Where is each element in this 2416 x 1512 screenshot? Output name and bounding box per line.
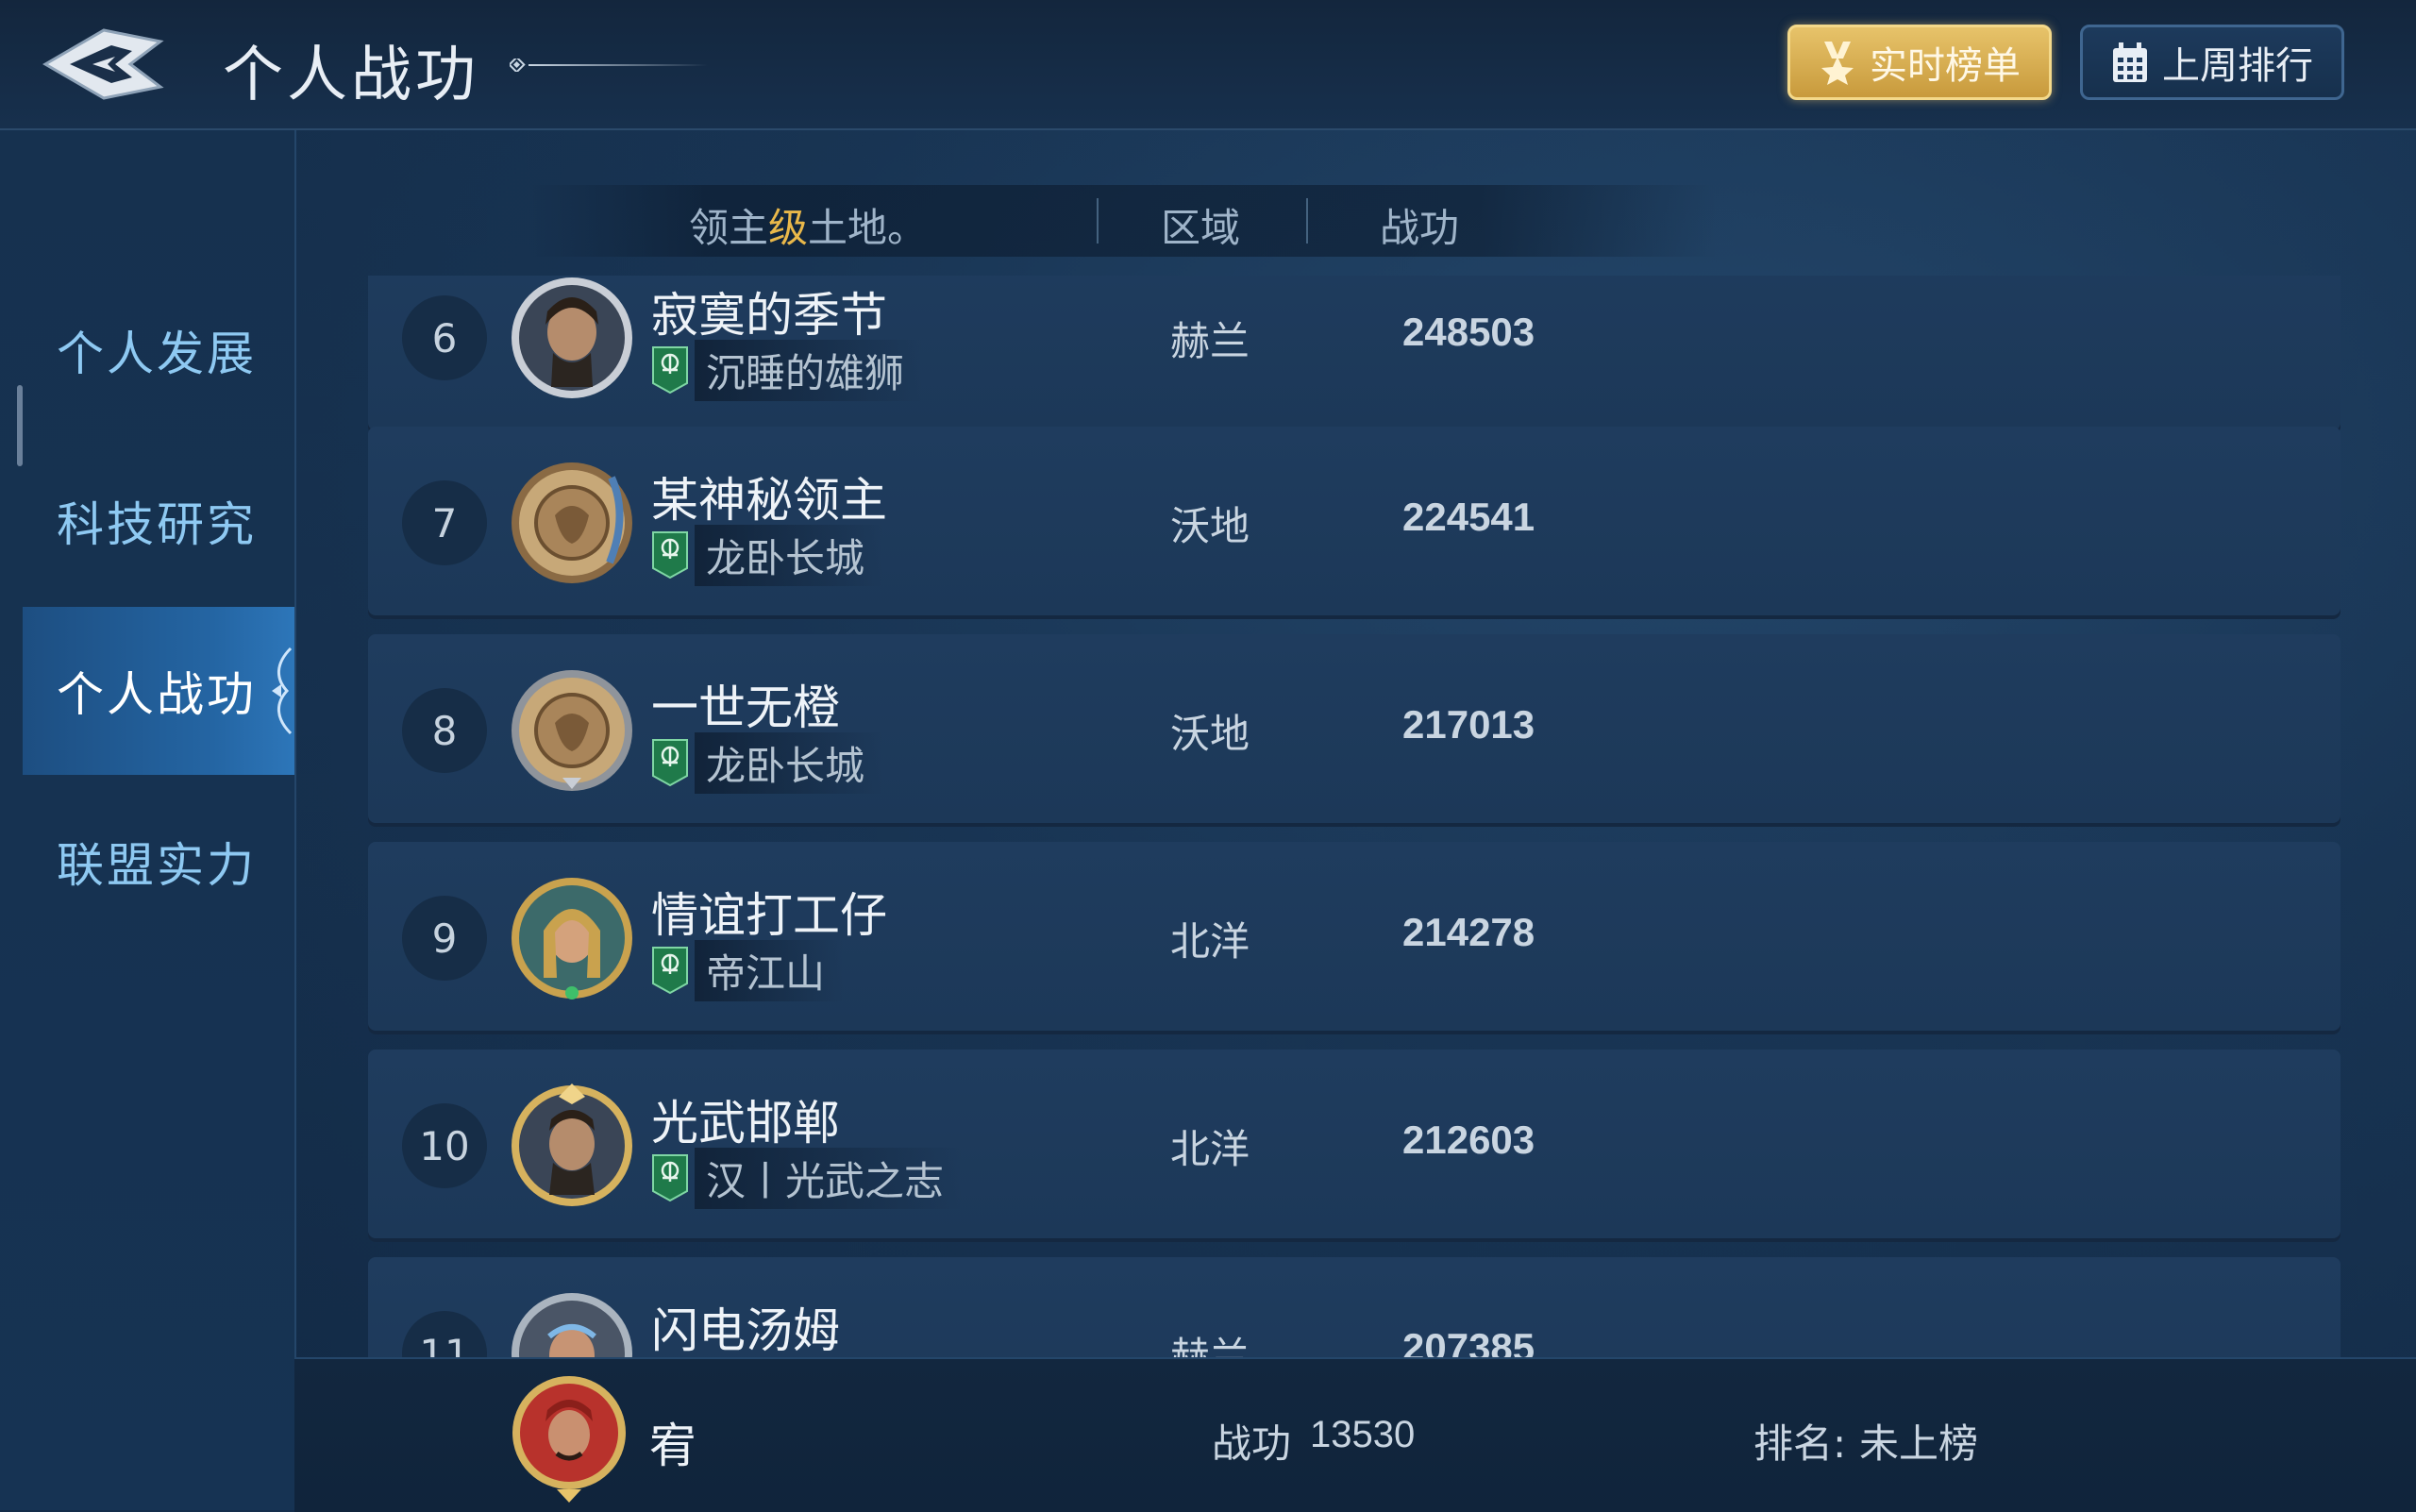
player-avatar — [512, 878, 632, 1000]
my-power-value: 13530 — [1310, 1414, 1416, 1455]
player-avatar — [512, 670, 632, 791]
guild-badge-icon — [652, 1154, 688, 1202]
title-ornament-icon — [510, 59, 708, 72]
rank-number: 7 — [402, 480, 487, 565]
merit-score: 214278 — [1402, 910, 1535, 954]
ranking-list[interactable]: 6 寂寞的季节 沉睡的雄狮 赫兰 248503 7 某神秘领主 龙卧长城 沃地 … — [294, 276, 2416, 1357]
table-row[interactable]: 8 一世无橙 龙卧长城 沃地 217013 — [368, 634, 2340, 827]
guild-name: 汉丨光武之志 — [695, 1147, 964, 1209]
guild-tag: 帝江山 — [651, 939, 845, 1001]
column-name-text: 领主 — [689, 205, 769, 251]
column-name-highlight: 级 — [768, 205, 809, 251]
table-row[interactable]: 6 寂寞的季节 沉睡的雄狮 赫兰 248503 — [368, 276, 2340, 434]
table-row[interactable]: 7 某神秘领主 龙卧长城 沃地 224541 — [368, 427, 2340, 619]
guild-tag: 沉睡的雄狮 — [651, 339, 924, 401]
column-name-header: 领主级土地。 — [689, 196, 927, 254]
player-name: 某神秘领主 — [651, 473, 887, 528]
column-name-text-tail: 土地。 — [808, 205, 928, 251]
rank-number: 6 — [402, 295, 487, 380]
table-row[interactable]: 11 闪电汤姆 赫兰 207385 — [368, 1257, 2340, 1357]
merit-score: 248503 — [1402, 310, 1535, 354]
table-row[interactable]: 9 情谊打工仔 帝江山 北洋 214278 — [368, 842, 2340, 1034]
my-player-name: 宥 — [649, 1419, 696, 1473]
player-avatar — [512, 1084, 632, 1206]
my-avatar[interactable] — [508, 1372, 630, 1504]
last-week-ranking-label: 上周排行 — [2162, 44, 2313, 88]
guild-tag: 汉丨光武之志 — [651, 1147, 964, 1209]
back-button[interactable] — [38, 25, 170, 104]
last-week-ranking-button[interactable]: 上周排行 — [2080, 25, 2344, 100]
sidebar-item-label: 科技研究 — [57, 497, 257, 552]
merit-score: 207385 — [1402, 1325, 1535, 1357]
region-text: 北洋 — [1170, 1126, 1250, 1172]
my-rank-label: 排名: — [1753, 1420, 1847, 1467]
merit-score: 224541 — [1402, 495, 1535, 539]
column-divider — [1306, 198, 1308, 244]
my-rank-value: 未上榜 — [1859, 1420, 1979, 1467]
table-row[interactable]: 10 光武邯郸 汉丨光武之志 北洋 212603 — [368, 1050, 2340, 1242]
medal-icon — [1821, 42, 1854, 85]
sidebar-item-personal-merit[interactable]: 个人战功 — [23, 607, 294, 775]
my-ranking-bar: 宥 战功 13530 排名: 未上榜 — [294, 1357, 2416, 1512]
column-region-header: 区域 — [1161, 205, 1241, 251]
guild-badge-icon — [652, 531, 688, 580]
realtime-ranking-label: 实时榜单 — [1870, 44, 2021, 88]
player-avatar — [512, 277, 632, 398]
category-sidebar: 个人发展 科技研究 个人战功 联盟实力 — [0, 130, 296, 1510]
guild-badge-icon — [652, 739, 688, 787]
top-bar: 个人战功 实时榜单 上周排行 — [0, 0, 2416, 130]
player-name: 一世无橙 — [651, 680, 840, 735]
player-name: 情谊打工仔 — [651, 888, 887, 943]
sidebar-item-tech-research[interactable]: 科技研究 — [23, 437, 294, 605]
rank-number: 8 — [402, 688, 487, 773]
guild-name: 沉睡的雄狮 — [695, 339, 924, 401]
my-power-label: 战功 — [1212, 1420, 1292, 1467]
region-text: 北洋 — [1170, 918, 1250, 965]
active-tab-ornament-icon — [272, 647, 293, 735]
region-text: 赫兰 — [1170, 318, 1250, 364]
column-header: 领主级土地。 区域 战功 — [528, 185, 1718, 257]
region-text: 沃地 — [1170, 711, 1250, 757]
merit-score: 212603 — [1402, 1117, 1535, 1162]
player-name: 光武邯郸 — [651, 1096, 840, 1151]
back-arrow-icon — [42, 28, 164, 100]
player-avatar — [512, 462, 632, 583]
guild-name: 龙卧长城 — [695, 524, 884, 586]
guild-name: 龙卧长城 — [695, 731, 884, 794]
guild-badge-icon — [652, 346, 688, 395]
sidebar-item-personal-development[interactable]: 个人发展 — [23, 266, 294, 434]
guild-name: 帝江山 — [695, 939, 845, 1001]
guild-tag: 龙卧长城 — [651, 731, 884, 794]
player-name: 闪电汤姆 — [651, 1303, 840, 1357]
sidebar-item-label: 个人战功 — [57, 667, 257, 722]
realtime-ranking-button[interactable]: 实时榜单 — [1787, 25, 2052, 100]
guild-badge-icon — [652, 947, 688, 995]
merit-score: 217013 — [1402, 702, 1535, 747]
rank-number: 9 — [402, 896, 487, 981]
region-text: 沃地 — [1170, 503, 1250, 549]
guild-tag: 龙卧长城 — [651, 524, 884, 586]
column-divider — [1097, 198, 1099, 244]
player-avatar — [512, 1293, 632, 1357]
rank-number: 10 — [402, 1103, 487, 1188]
page-title: 个人战功 — [223, 41, 479, 110]
sidebar-item-label: 个人发展 — [57, 327, 257, 381]
sidebar-item-label: 联盟实力 — [57, 838, 257, 893]
column-power-header: 战功 — [1380, 205, 1460, 251]
rank-number: 11 — [402, 1311, 487, 1357]
player-name: 寂寞的季节 — [651, 288, 887, 343]
calendar-icon — [2113, 42, 2147, 82]
region-text: 赫兰 — [1170, 1334, 1250, 1357]
sidebar-item-alliance-power[interactable]: 联盟实力 — [23, 778, 294, 946]
